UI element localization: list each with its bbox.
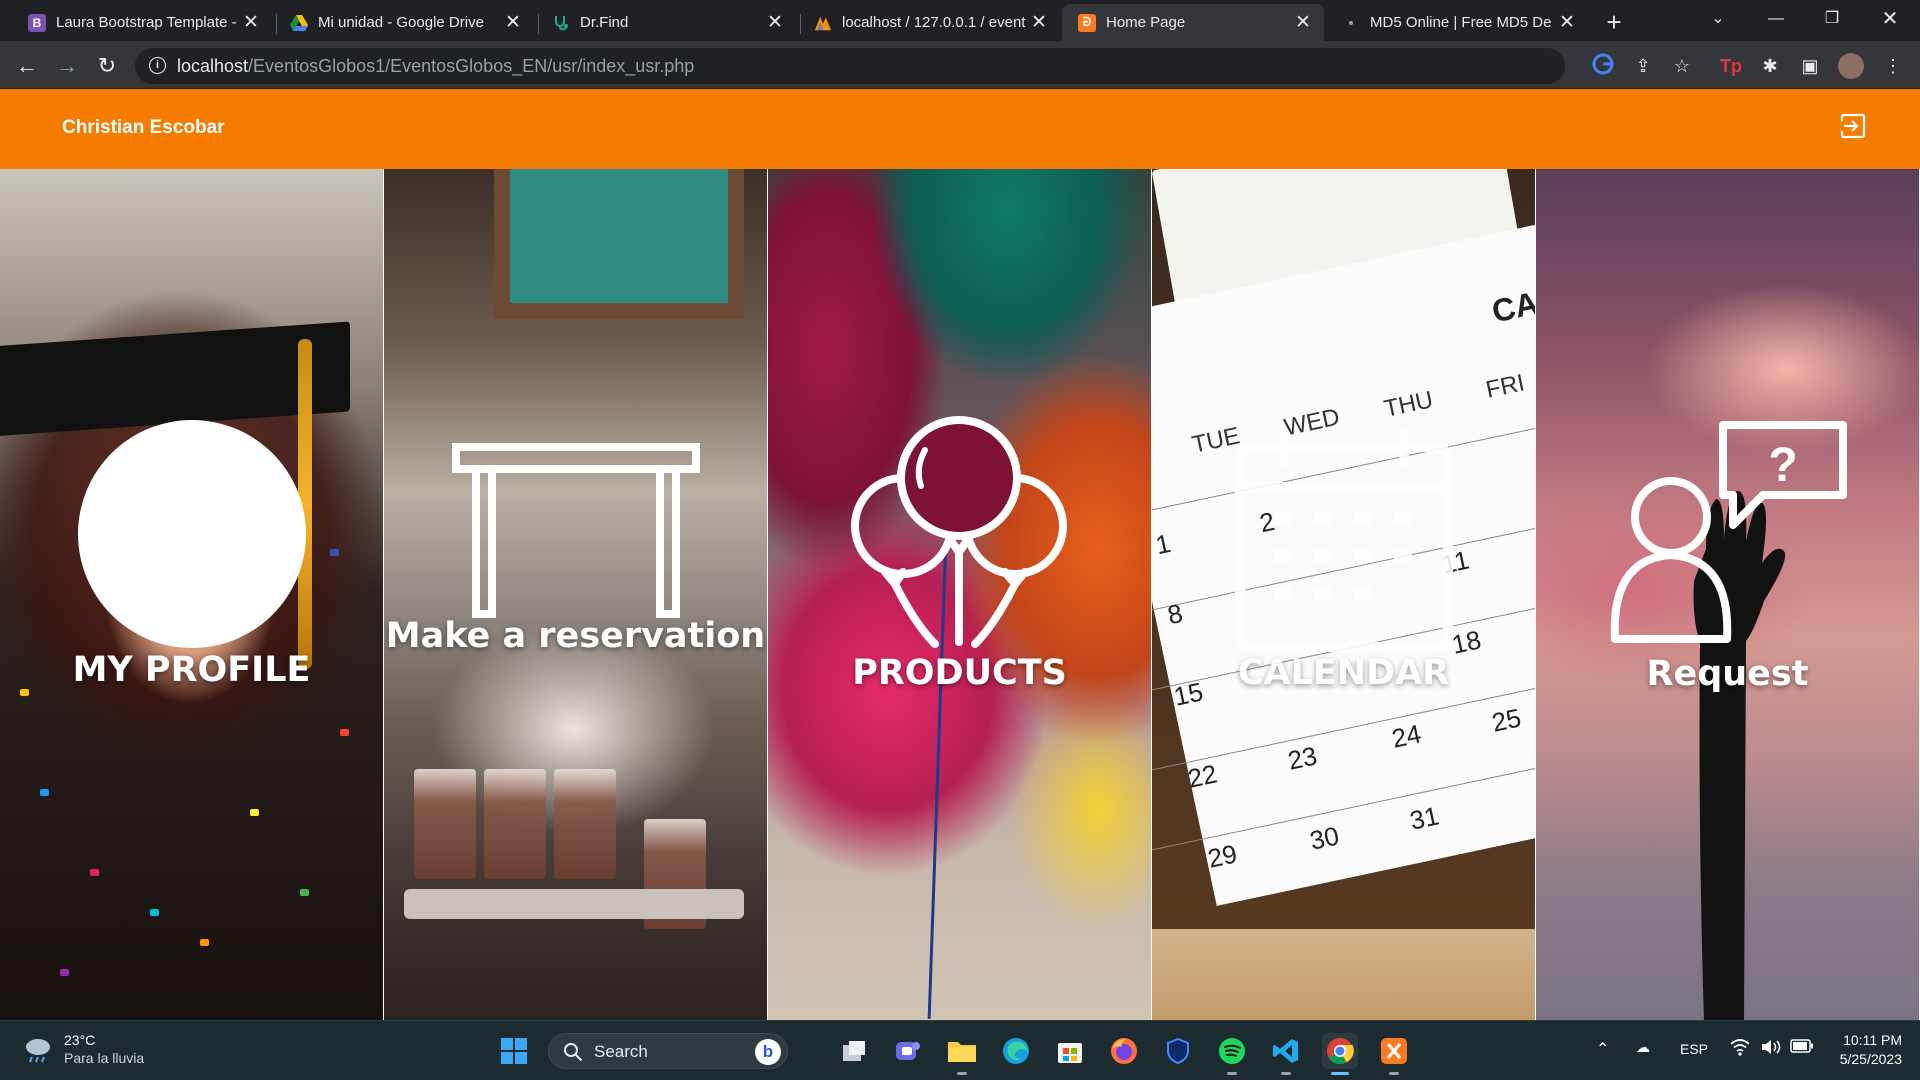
address-bar[interactable]: i localhost/EventosGlobos1/EventosGlobos… <box>135 48 1565 84</box>
task-view-icon[interactable] <box>836 1033 872 1069</box>
extensions-puzzle-icon[interactable]: ✱ <box>1757 53 1783 79</box>
close-window-button[interactable]: ✕ <box>1862 0 1918 41</box>
system-clock[interactable]: 10:11 PM 5/25/2023 <box>1840 1031 1902 1069</box>
teams-chat-icon[interactable] <box>890 1033 926 1069</box>
side-panel-icon[interactable]: ▣ <box>1797 53 1823 79</box>
share-icon[interactable]: ⇪ <box>1630 53 1656 79</box>
profile-avatar[interactable] <box>1838 53 1864 79</box>
file-explorer-icon[interactable] <box>944 1033 980 1075</box>
spotify-icon[interactable] <box>1214 1033 1250 1075</box>
firefox-icon[interactable] <box>1106 1033 1142 1069</box>
minimize-button[interactable]: — <box>1748 0 1804 41</box>
close-icon[interactable]: ✕ <box>764 11 786 34</box>
vscode-icon[interactable] <box>1268 1033 1304 1075</box>
request-icon: ? <box>1536 419 1919 679</box>
google-lens-icon[interactable] <box>1590 53 1616 79</box>
panel-make-reservation[interactable]: Make a reservation <box>384 169 768 1020</box>
battery-icon[interactable] <box>1790 1039 1814 1056</box>
bookmark-star-icon[interactable]: ☆ <box>1669 53 1695 79</box>
panel-label: PRODUCTS <box>852 653 1067 693</box>
tab-search-chevron-icon[interactable]: ⌄ <box>1690 0 1746 41</box>
tab-title: Laura Bootstrap Template - <box>56 14 237 31</box>
panel-calendar[interactable]: CA TUE WED THU FRI 1 2 8 11 15 18 22 23 … <box>1152 169 1536 1020</box>
tab-title: Mi unidad - Google Drive <box>318 14 484 31</box>
close-icon[interactable]: ✕ <box>1556 11 1578 34</box>
start-button[interactable] <box>496 1033 532 1069</box>
taskbar-search[interactable]: Search b <box>548 1033 788 1069</box>
tab-title: localhost / 127.0.0.1 / event <box>842 14 1026 31</box>
site-info-icon[interactable]: i <box>149 57 166 74</box>
volume-icon[interactable] <box>1760 1038 1782 1059</box>
phpmyadmin-icon <box>814 14 832 32</box>
panel-label: Request <box>1646 654 1809 694</box>
table-icon <box>384 439 767 699</box>
search-icon <box>564 1043 583 1062</box>
weather-widget[interactable]: 23°C Para la lluvia <box>22 1031 144 1067</box>
tab-title: Home Page <box>1106 14 1186 31</box>
web-page: Christian Escobar MY PROFILE Make a rese… <box>0 89 1920 1020</box>
onedrive-icon[interactable]: ☁ <box>1636 1039 1650 1056</box>
panel-label: Make a reservation <box>385 616 766 656</box>
tab-title: Dr.Find <box>580 14 629 31</box>
windows-taskbar: 23°C Para la lluvia Search b ⌃ ☁ ESP 10:… <box>0 1020 1920 1080</box>
menu-panels: MY PROFILE Make a reservation PRODUCTS C… <box>0 169 1920 1020</box>
tab-md5-online[interactable]: MD5 Online | Free MD5 De ✕ <box>1326 4 1588 41</box>
xampp-icon: ᘒ <box>1078 13 1096 32</box>
browser-toolbar: ← → ↻ i localhost/EventosGlobos1/Eventos… <box>0 41 1920 89</box>
tab-home-page[interactable]: ᘒ Home Page ✕ <box>1062 4 1324 41</box>
tab-phpmyadmin[interactable]: localhost / 127.0.0.1 / event ✕ <box>798 4 1060 41</box>
restore-button[interactable]: ❐ <box>1804 0 1860 41</box>
windows-logo-icon <box>501 1038 527 1064</box>
tab-title: MD5 Online | Free MD5 De <box>1370 14 1552 31</box>
show-hidden-icons-chevron-icon[interactable]: ⌃ <box>1596 1039 1609 1059</box>
panel-label: MY PROFILE <box>72 650 311 690</box>
microsoft-store-icon[interactable] <box>1052 1033 1088 1069</box>
back-button[interactable]: ← <box>10 49 44 83</box>
extension-tp-icon[interactable]: Tp <box>1718 53 1744 79</box>
logout-icon[interactable] <box>1840 113 1866 139</box>
edge-icon[interactable] <box>998 1033 1034 1069</box>
profile-icon <box>0 414 383 674</box>
reload-button[interactable]: ↻ <box>90 49 124 83</box>
xampp-taskbar-icon[interactable] <box>1376 1033 1412 1075</box>
balloons-icon <box>768 414 1151 674</box>
site-navbar: Christian Escobar <box>0 89 1920 169</box>
close-icon[interactable]: ✕ <box>240 11 262 34</box>
panel-label: CALENDAR <box>1237 653 1450 693</box>
rain-cloud-icon <box>26 1039 50 1063</box>
close-icon[interactable]: ✕ <box>502 11 524 34</box>
svg-text:?: ? <box>1768 439 1797 492</box>
close-icon[interactable]: ✕ <box>1028 11 1050 34</box>
calendar-icon <box>1152 427 1535 687</box>
panel-products[interactable]: PRODUCTS <box>768 169 1152 1020</box>
url-text: localhost/EventosGlobos1/EventosGlobos_E… <box>177 56 695 76</box>
menu-kebab-icon[interactable]: ⋮ <box>1880 53 1906 79</box>
stethoscope-icon <box>552 14 570 32</box>
tab-google-drive[interactable]: Mi unidad - Google Drive ✕ <box>274 4 534 41</box>
panel-request[interactable]: ? Request <box>1536 169 1920 1020</box>
panel-my-profile[interactable]: MY PROFILE <box>0 169 384 1020</box>
forward-button[interactable]: → <box>50 49 84 83</box>
bing-icon[interactable]: b <box>755 1039 781 1065</box>
google-drive-icon <box>290 14 308 32</box>
tab-drfind[interactable]: Dr.Find ✕ <box>536 4 796 41</box>
language-indicator[interactable]: ESP <box>1680 1041 1708 1057</box>
wifi-icon[interactable] <box>1730 1038 1750 1061</box>
security-shield-icon[interactable] <box>1160 1033 1196 1069</box>
dot-icon <box>1342 14 1360 32</box>
new-tab-button[interactable]: + <box>1598 6 1630 38</box>
chrome-icon[interactable] <box>1322 1033 1358 1075</box>
browser-tab-strip: B Laura Bootstrap Template - ✕ Mi unidad… <box>0 0 1920 41</box>
user-name[interactable]: Christian Escobar <box>62 117 225 139</box>
bootstrap-icon: B <box>28 13 46 32</box>
tab-laura-bootstrap[interactable]: B Laura Bootstrap Template - ✕ <box>12 4 272 41</box>
close-icon[interactable]: ✕ <box>1292 11 1314 34</box>
